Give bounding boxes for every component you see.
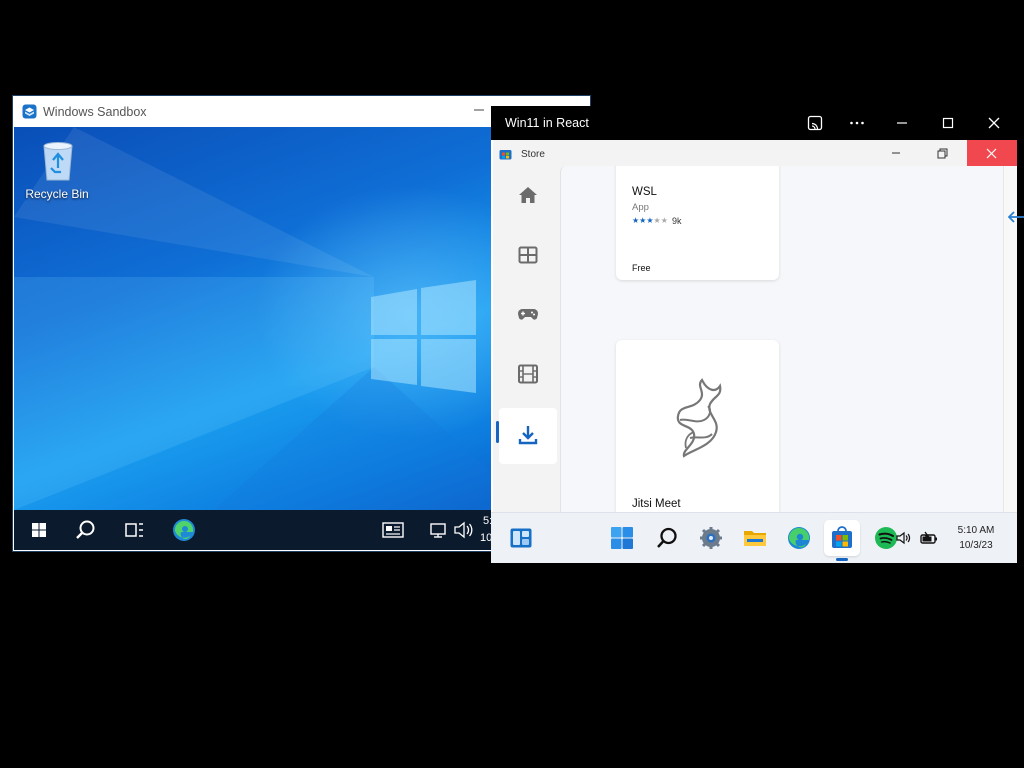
store-logo-icon [499,150,512,160]
nav-apps[interactable] [499,230,557,282]
nav-movies[interactable] [499,349,557,401]
recycle-bin-shortcut[interactable]: Recycle Bin [24,135,90,205]
app-card-wsl[interactable]: WSL App ★★★★★ 9k Free [616,166,779,280]
close-icon[interactable] [985,114,1003,132]
gamepad-icon [517,309,539,320]
rating-count: 9k [672,216,682,226]
nav-downloads[interactable] [499,408,557,464]
store-titlebar[interactable]: Store [493,140,1017,167]
store-app-window[interactable]: Store WSL App ★★★★★ 9k Free Jitsi Meet [493,140,1017,512]
store-sidebar [493,166,559,512]
star-icon: ★ [646,216,654,225]
restore-icon[interactable] [934,145,950,161]
sandbox-title: Windows Sandbox [43,105,147,119]
edge-icon[interactable] [787,526,811,550]
store-content[interactable]: WSL App ★★★★★ 9k Free Jitsi Meet [560,166,1003,512]
recycle-bin-icon [43,142,73,181]
app-price: Free [632,263,651,273]
store-close-button[interactable] [967,140,1017,167]
nav-home[interactable] [499,170,557,222]
win11-title: Win11 in React [505,116,589,130]
minimize-icon[interactable] [893,114,911,132]
recycle-bin-label: Recycle Bin [25,187,89,201]
widgets-icon[interactable] [509,526,533,550]
file-explorer-icon[interactable] [743,526,767,550]
store-icon [832,526,852,548]
app-card-jitsi-meet[interactable]: Jitsi Meet [616,340,779,512]
app-category: App [632,202,649,213]
taskbar-time[interactable]: 5:10 AM [949,525,1003,536]
minimize-icon[interactable] [888,145,904,161]
cast-icon[interactable] [806,114,824,132]
more-icon[interactable] [848,114,866,132]
close-icon [986,148,997,159]
arrow-left-icon [1008,211,1024,223]
network-icon[interactable] [426,517,452,543]
volume-icon[interactable] [450,517,476,543]
edge-icon[interactable] [171,517,197,543]
task-view-icon[interactable] [121,517,147,543]
start-icon[interactable] [26,517,52,543]
star-icon: ★ [660,216,668,225]
apps-icon [518,246,538,264]
news-icon[interactable] [380,517,406,543]
jitsi-logo-icon [676,378,722,458]
win11-titlebar[interactable]: Win11 in React [491,106,1017,140]
star-icon: ★ [653,216,661,225]
settings-icon[interactable] [699,526,723,550]
nav-active-indicator [496,421,499,443]
app-name: WSL [632,186,657,198]
search-icon[interactable] [655,526,679,550]
search-icon[interactable] [73,517,99,543]
home-icon [519,187,537,203]
minimize-icon[interactable] [469,100,489,120]
maximize-icon[interactable] [939,114,957,132]
store-title: Store [521,149,545,160]
taskbar-date[interactable]: 10/3/23 [949,540,1003,551]
app-name: Jitsi Meet [632,498,681,510]
film-icon [518,364,538,384]
taskbar-store-button[interactable] [824,520,860,556]
active-app-indicator [836,558,848,561]
rating-stars: ★★★★★ [632,216,668,225]
start-icon[interactable] [610,526,634,550]
battery-icon[interactable] [919,528,939,548]
win11-taskbar: 5:10 AM 10/3/23 [491,512,1017,563]
sandbox-logo-icon [22,104,37,119]
win11-react-window[interactable]: Win11 in React Store WSL App ★★★★★ 9k Fr… [491,106,1017,563]
volume-icon[interactable] [895,529,913,547]
download-icon [518,426,538,445]
nav-gaming[interactable] [499,289,557,341]
